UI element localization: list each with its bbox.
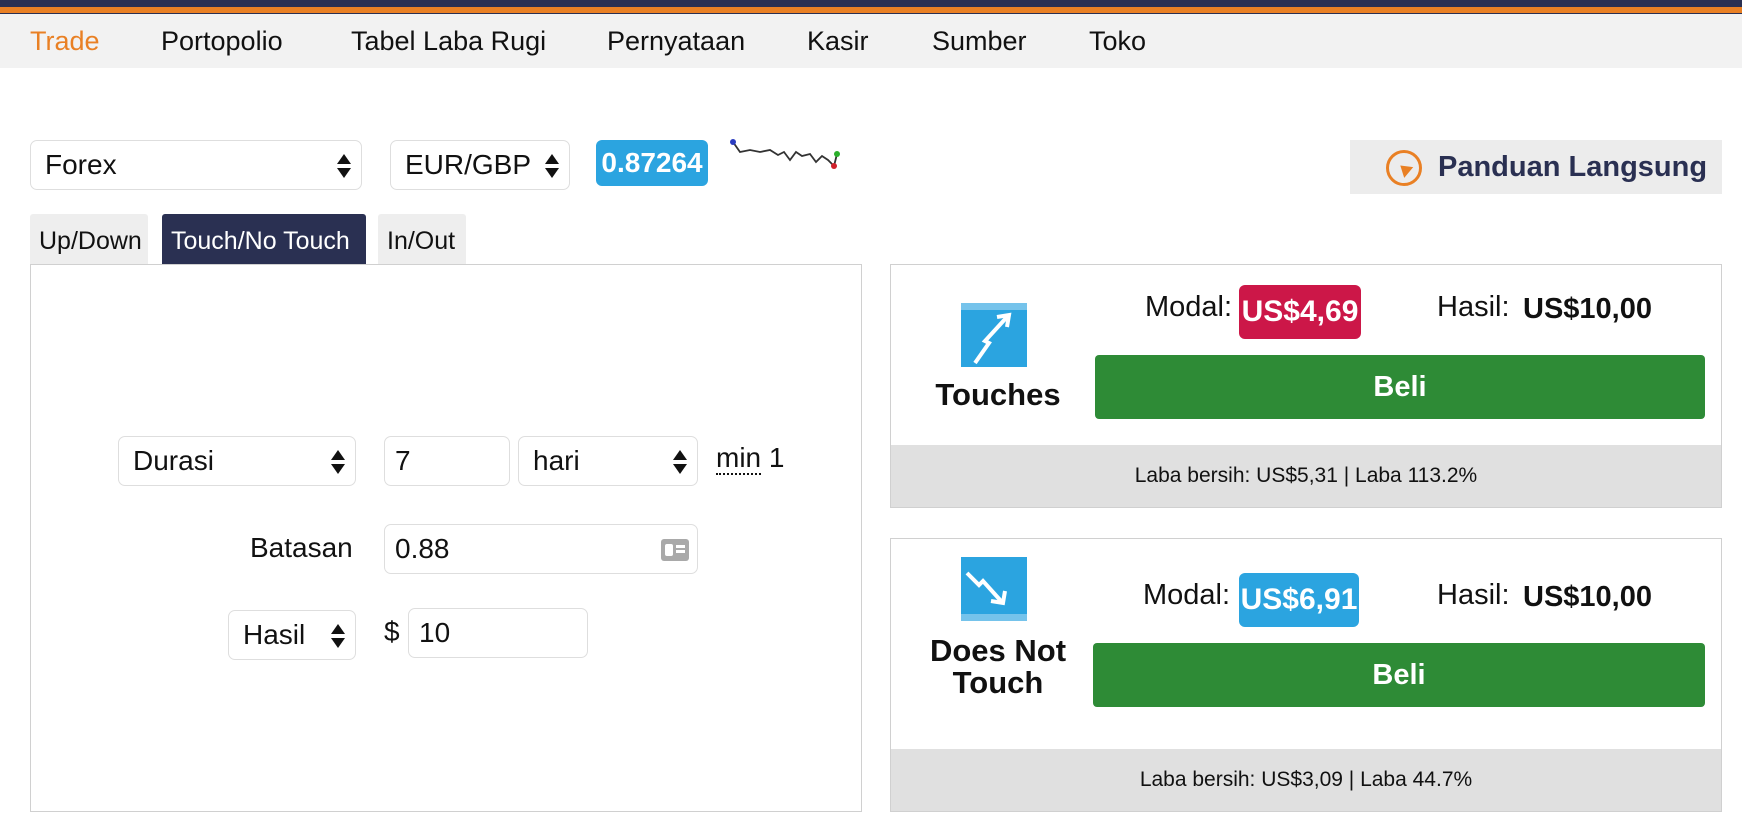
buy-button-does-not-touch[interactable]: Beli xyxy=(1093,643,1705,707)
nav-item-tabel-laba-rugi[interactable]: Tabel Laba Rugi xyxy=(351,26,546,57)
does-not-touch-contract-icon xyxy=(961,557,1027,621)
offer-card-touches: Touches Modal: US$4,69 Hasil: US$10,00 B… xyxy=(890,264,1722,508)
hasil-label: Hasil: xyxy=(1437,291,1510,323)
duration-type-value: Durasi xyxy=(133,445,214,476)
nav-item-pernyataan[interactable]: Pernyataan xyxy=(607,26,745,57)
price-badge-does-not-touch: US$6,91 xyxy=(1239,573,1359,627)
market-select[interactable]: Forex xyxy=(30,140,362,190)
duration-input-value: 7 xyxy=(395,445,411,476)
touches-contract-icon xyxy=(961,303,1027,367)
tab-touch-no-touch[interactable]: Touch/No Touch xyxy=(162,214,366,264)
duration-type-select[interactable]: Durasi xyxy=(118,436,356,486)
sparkline-chart xyxy=(730,139,840,169)
select-arrows-icon xyxy=(337,151,351,181)
spot-quote: 0.87264 xyxy=(596,140,708,186)
symbol-select-value: EUR/GBP xyxy=(405,149,532,180)
min-label: min xyxy=(716,442,762,475)
buy-button-touches[interactable]: Beli xyxy=(1095,355,1705,419)
payout-type-select[interactable]: Hasil xyxy=(228,610,356,660)
nav-item-sumber[interactable]: Sumber xyxy=(932,26,1027,57)
id-card-icon[interactable] xyxy=(661,539,689,561)
barrier-input[interactable]: 0.88 xyxy=(384,524,698,574)
hasil-label: Hasil: xyxy=(1437,579,1510,611)
select-arrows-icon xyxy=(331,447,345,477)
duration-input[interactable]: 7 xyxy=(384,436,510,486)
tab-up-down[interactable]: Up/Down xyxy=(30,214,148,264)
select-arrows-icon xyxy=(673,447,687,477)
net-profit-does-not-touch: Laba bersih: US$3,09 | Laba 44.7% xyxy=(891,749,1721,811)
barrier-label: Batasan xyxy=(250,532,353,563)
nav-item-trade[interactable]: Trade xyxy=(30,26,100,57)
hasil-value-does-not-touch: US$10,00 xyxy=(1523,581,1652,613)
select-arrows-icon xyxy=(331,621,345,651)
price-badge-touches: US$4,69 xyxy=(1239,285,1361,339)
duration-unit-select[interactable]: hari xyxy=(518,436,698,486)
min-duration-hint: min 1 xyxy=(716,442,785,475)
symbol-select[interactable]: EUR/GBP xyxy=(390,140,570,190)
barrier-input-value: 0.88 xyxy=(395,533,450,564)
contract-name-touches: Touches xyxy=(935,377,1061,412)
payout-type-value: Hasil xyxy=(243,619,306,650)
compass-icon xyxy=(1386,150,1422,186)
nav-item-kasir[interactable]: Kasir xyxy=(807,26,869,57)
modal-label: Modal: xyxy=(1145,291,1233,323)
contract-name-does-not-touch: Does Not Touch xyxy=(929,633,1067,700)
nav-item-toko[interactable]: Toko xyxy=(1089,26,1146,57)
offer-card-does-not-touch: Does Not Touch Modal: US$6,91 Hasil: US$… xyxy=(890,538,1722,812)
select-arrows-icon xyxy=(545,151,559,181)
live-guide-label: Panduan Langsung xyxy=(1438,151,1708,183)
market-select-value: Forex xyxy=(45,149,117,180)
duration-unit-value: hari xyxy=(533,445,580,476)
amount-input[interactable]: 10 xyxy=(408,608,588,658)
nav-item-portopolio[interactable]: Portopolio xyxy=(161,26,283,57)
top-accent-bar xyxy=(0,0,1742,14)
amount-input-value: 10 xyxy=(419,617,451,648)
currency-symbol: $ xyxy=(384,616,400,647)
min-value: 1 xyxy=(768,442,785,473)
hasil-value-touches: US$10,00 xyxy=(1523,293,1652,325)
net-profit-touches: Laba bersih: US$5,31 | Laba 113.2% xyxy=(891,445,1721,507)
main-nav: Trade Portopolio Tabel Laba Rugi Pernyat… xyxy=(0,14,1742,68)
live-guide-button[interactable]: Panduan Langsung xyxy=(1350,140,1722,194)
modal-label: Modal: xyxy=(1143,579,1231,611)
tab-in-out[interactable]: In/Out xyxy=(378,214,466,264)
